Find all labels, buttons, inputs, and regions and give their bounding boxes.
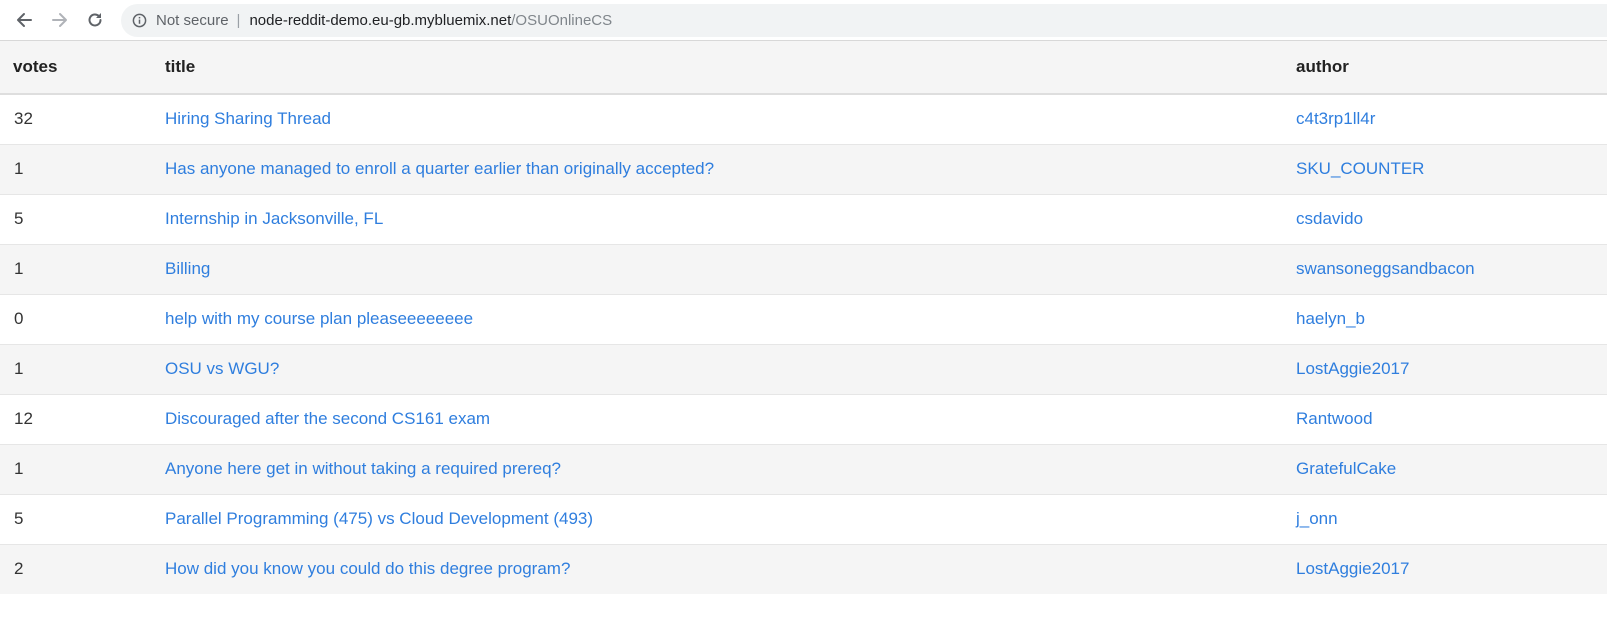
url-path[interactable]: /OSUOnlineCS bbox=[511, 12, 612, 29]
table-row: 32 Hiring Sharing Thread c4t3rp1ll4r bbox=[0, 93, 1607, 144]
security-status-text[interactable]: Not secure bbox=[156, 12, 229, 29]
author-link[interactable]: csdavido bbox=[1296, 209, 1363, 228]
author-cell: csdavido bbox=[1296, 193, 1607, 244]
post-title-link[interactable]: Billing bbox=[165, 259, 210, 278]
author-column-header: author bbox=[1296, 57, 1349, 76]
header-row: votes title author bbox=[0, 41, 1607, 94]
author-cell: j_onn bbox=[1296, 493, 1607, 544]
author-link[interactable]: GratefulCake bbox=[1296, 459, 1396, 478]
arrow-left-icon bbox=[17, 13, 32, 27]
browser-toolbar: Not secure | node-reddit-demo.eu-gb.mybl… bbox=[0, 0, 1607, 41]
title-cell: Internship in Jacksonville, FL bbox=[165, 193, 1296, 244]
author-cell: GratefulCake bbox=[1296, 443, 1607, 494]
vote-count: 32 bbox=[0, 93, 165, 144]
vote-count: 5 bbox=[0, 493, 165, 544]
back-button[interactable] bbox=[10, 6, 38, 34]
vote-count: 1 bbox=[0, 243, 165, 294]
author-link[interactable]: LostAggie2017 bbox=[1296, 359, 1409, 378]
table-row: 5 Parallel Programming (475) vs Cloud De… bbox=[0, 493, 1607, 544]
author-cell: Rantwood bbox=[1296, 393, 1607, 444]
vote-count: 1 bbox=[0, 343, 165, 394]
post-title-link[interactable]: help with my course plan pleaseeeeeeee bbox=[165, 309, 473, 328]
table-row: 5 Internship in Jacksonville, FL csdavid… bbox=[0, 193, 1607, 244]
author-cell: swansoneggsandbacon bbox=[1296, 243, 1607, 294]
votes-column-header: votes bbox=[13, 57, 58, 76]
info-circle-icon[interactable] bbox=[131, 13, 147, 29]
url-host[interactable]: node-reddit-demo.eu-gb.mybluemix.net bbox=[249, 12, 511, 29]
table-row: 1 OSU vs WGU? LostAggie2017 bbox=[0, 343, 1607, 394]
author-link[interactable]: LostAggie2017 bbox=[1296, 559, 1409, 578]
vote-count: 12 bbox=[0, 393, 165, 444]
author-link[interactable]: haelyn_b bbox=[1296, 309, 1365, 328]
title-column-header: title bbox=[165, 57, 196, 76]
title-cell: How did you know you could do this degre… bbox=[165, 543, 1296, 594]
title-cell: Discouraged after the second CS161 exam bbox=[165, 393, 1296, 444]
author-link[interactable]: c4t3rp1ll4r bbox=[1296, 109, 1375, 128]
post-title-link[interactable]: Anyone here get in without taking a requ… bbox=[165, 459, 561, 478]
post-title-link[interactable]: Internship in Jacksonville, FL bbox=[165, 209, 383, 228]
author-link[interactable]: Rantwood bbox=[1296, 409, 1373, 428]
table-body: 32 Hiring Sharing Thread c4t3rp1ll4r 1 H… bbox=[0, 93, 1607, 594]
post-title-link[interactable]: Discouraged after the second CS161 exam bbox=[165, 409, 490, 428]
table-row: 1 Has anyone managed to enroll a quarter… bbox=[0, 143, 1607, 194]
title-cell: Anyone here get in without taking a requ… bbox=[165, 443, 1296, 494]
title-cell: Has anyone managed to enroll a quarter e… bbox=[165, 143, 1296, 194]
author-link[interactable]: j_onn bbox=[1296, 509, 1338, 528]
address-bar[interactable]: Not secure | node-reddit-demo.eu-gb.mybl… bbox=[121, 4, 1607, 37]
vote-count: 1 bbox=[0, 143, 165, 194]
post-title-link[interactable]: OSU vs WGU? bbox=[165, 359, 279, 378]
title-cell: help with my course plan pleaseeeeeeee bbox=[165, 293, 1296, 344]
post-title-link[interactable]: Has anyone managed to enroll a quarter e… bbox=[165, 159, 714, 178]
post-title-link[interactable]: How did you know you could do this degre… bbox=[165, 559, 570, 578]
table-row: 2 How did you know you could do this deg… bbox=[0, 543, 1607, 594]
vote-count: 5 bbox=[0, 193, 165, 244]
title-cell: Billing bbox=[165, 243, 1296, 294]
posts-table: votes title author 32 Hiring Sharing Thr… bbox=[0, 41, 1607, 594]
author-cell: SKU_COUNTER bbox=[1296, 143, 1607, 194]
vote-count: 2 bbox=[0, 543, 165, 594]
url-separator: | bbox=[236, 12, 241, 29]
author-cell: c4t3rp1ll4r bbox=[1296, 93, 1607, 144]
table-header: votes title author bbox=[0, 41, 1607, 94]
post-title-link[interactable]: Hiring Sharing Thread bbox=[165, 109, 331, 128]
table-row: 12 Discouraged after the second CS161 ex… bbox=[0, 393, 1607, 444]
reload-icon bbox=[88, 13, 102, 27]
table-row: 1 Billing swansoneggsandbacon bbox=[0, 243, 1607, 294]
title-cell: Parallel Programming (475) vs Cloud Deve… bbox=[165, 493, 1296, 544]
title-cell: Hiring Sharing Thread bbox=[165, 93, 1296, 144]
author-cell: LostAggie2017 bbox=[1296, 343, 1607, 394]
post-title-link[interactable]: Parallel Programming (475) vs Cloud Deve… bbox=[165, 509, 593, 528]
vote-count: 1 bbox=[0, 443, 165, 494]
arrow-right-icon bbox=[52, 13, 67, 27]
author-cell: haelyn_b bbox=[1296, 293, 1607, 344]
author-link[interactable]: swansoneggsandbacon bbox=[1296, 259, 1475, 278]
author-link[interactable]: SKU_COUNTER bbox=[1296, 159, 1424, 178]
vote-count: 0 bbox=[0, 293, 165, 344]
title-cell: OSU vs WGU? bbox=[165, 343, 1296, 394]
table-row: 1 Anyone here get in without taking a re… bbox=[0, 443, 1607, 494]
table-row: 0 help with my course plan pleaseeeeeeee… bbox=[0, 293, 1607, 344]
author-cell: LostAggie2017 bbox=[1296, 543, 1607, 594]
forward-button[interactable] bbox=[46, 6, 74, 34]
reload-button[interactable] bbox=[81, 6, 109, 34]
